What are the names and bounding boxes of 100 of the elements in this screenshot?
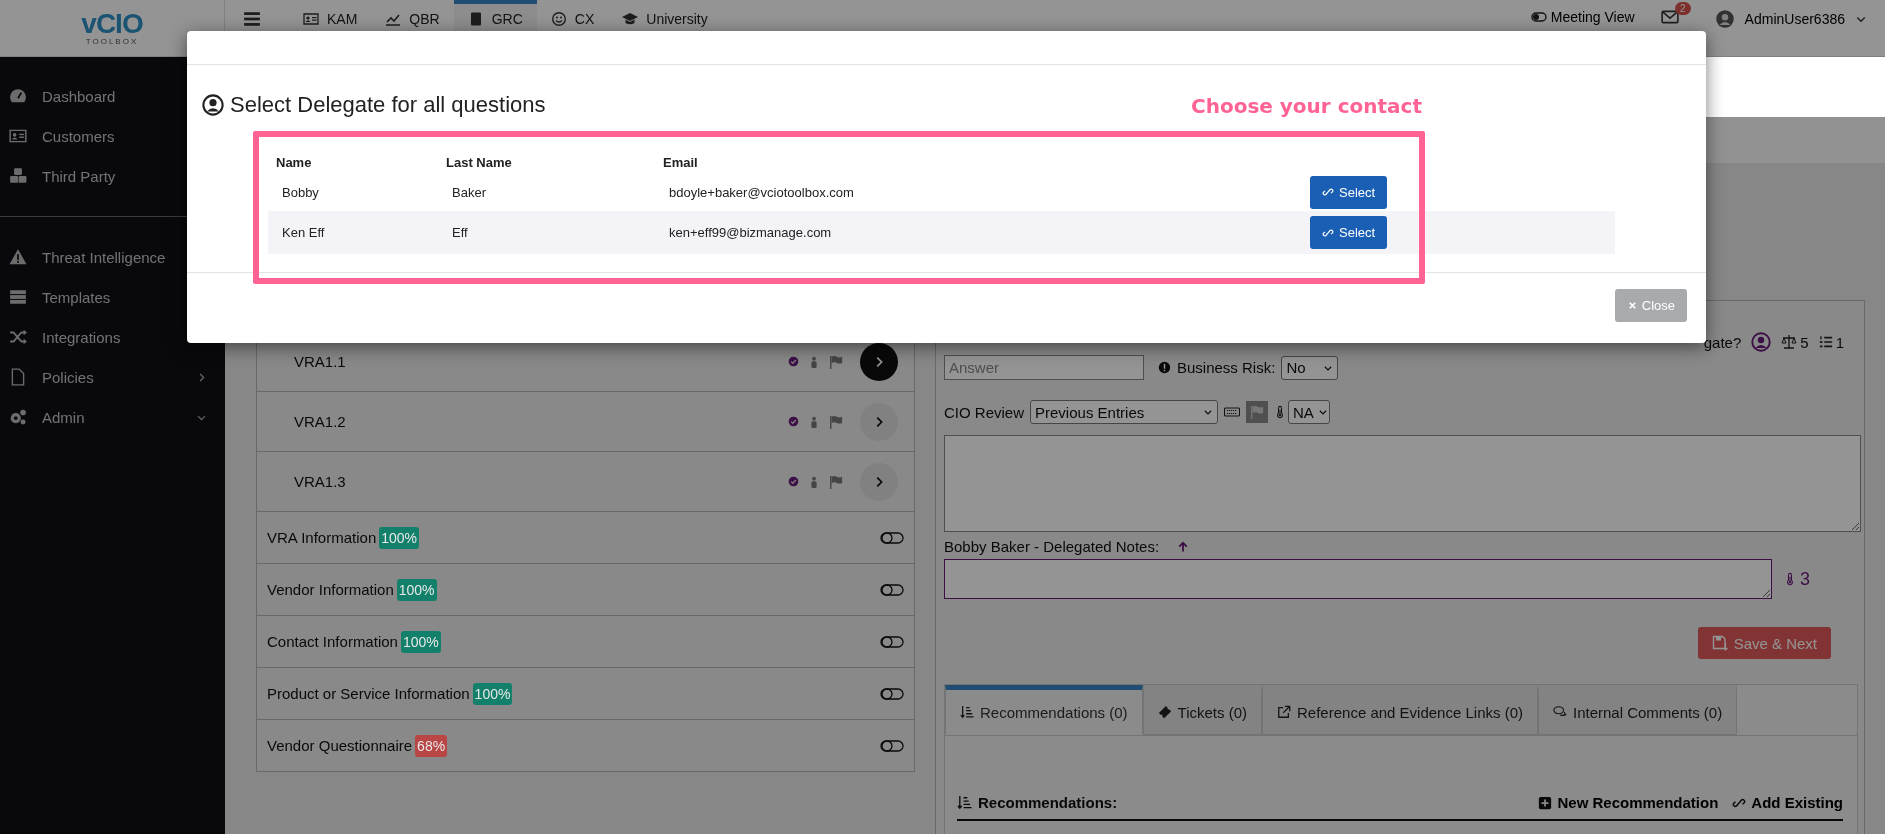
logo-tagline: TOOLBOX bbox=[85, 36, 139, 46]
meeting-view-toggle[interactable]: Meeting View bbox=[1524, 8, 1641, 26]
table-cell-text: Bobby bbox=[282, 184, 320, 200]
notes-textarea[interactable] bbox=[944, 559, 1772, 599]
open-question-button[interactable] bbox=[860, 342, 898, 381]
progress-badge: 100% bbox=[396, 578, 437, 601]
question-row[interactable]: VRA1.2 bbox=[256, 392, 915, 452]
save-next-button[interactable]: Save & Next bbox=[1697, 627, 1831, 659]
progress-badge: 100% bbox=[379, 526, 420, 549]
business-risk-label: Business Risk: bbox=[1177, 359, 1276, 376]
progress-badge: 100% bbox=[472, 682, 513, 705]
server-icon bbox=[8, 288, 28, 306]
flag-button[interactable] bbox=[1246, 401, 1269, 423]
progress-badge: 68% bbox=[415, 734, 448, 757]
table-cell-text: Eff bbox=[452, 225, 469, 240]
sort-icon bbox=[960, 705, 974, 719]
answer-field[interactable]: Answer bbox=[944, 355, 1144, 380]
toggle-icon bbox=[880, 529, 904, 546]
section-row[interactable]: Vendor Questionnaire 68% bbox=[256, 720, 915, 772]
previous-entries-select[interactable]: Previous Entries bbox=[1030, 400, 1219, 424]
mail-button[interactable]: 2 bbox=[1658, 2, 1691, 26]
plus-square-icon bbox=[1538, 795, 1553, 810]
menu-icon bbox=[243, 10, 261, 28]
scale-icon bbox=[1781, 334, 1798, 350]
review-textarea[interactable] bbox=[944, 435, 1861, 532]
section-title: VRA Information bbox=[267, 529, 377, 546]
save-icon bbox=[1711, 635, 1728, 651]
section-title: Vendor Questionnaire bbox=[267, 737, 413, 754]
progress-badge: 100% bbox=[400, 630, 441, 653]
user-circle-icon bbox=[1751, 332, 1772, 352]
caret-icon bbox=[1317, 407, 1328, 417]
table-cell-text: Ken Eff bbox=[282, 225, 326, 240]
sidebar-item[interactable]: Admin bbox=[0, 397, 225, 437]
question-row[interactable]: VRA1.3 bbox=[256, 452, 915, 512]
cio-review-label: CIO Review bbox=[944, 403, 1025, 421]
tab[interactable]: Tickets (0) bbox=[1142, 685, 1262, 735]
delegate-label: gate? bbox=[1703, 333, 1742, 351]
shuffle-icon bbox=[8, 328, 28, 346]
person-icon bbox=[808, 474, 820, 489]
thermometer-icon bbox=[1784, 570, 1796, 588]
section-row[interactable]: VRA Information 100% bbox=[256, 512, 915, 564]
column-header: Name bbox=[276, 154, 313, 170]
recommendations-heading: Recommendations: bbox=[978, 794, 1119, 811]
flag-icon bbox=[829, 414, 843, 429]
count-value: 1 bbox=[1835, 333, 1844, 351]
column-header: Last Name bbox=[446, 154, 513, 170]
column-header: Email bbox=[663, 154, 699, 170]
question-label: VRA1.3 bbox=[294, 473, 346, 490]
avatar-icon bbox=[1714, 9, 1735, 29]
callout-text: Choose your contact bbox=[1191, 94, 1422, 118]
smile-icon bbox=[550, 11, 567, 27]
tab[interactable]: Reference and Evidence Links (0) bbox=[1262, 685, 1538, 735]
check-circle-icon bbox=[788, 416, 799, 427]
section-row[interactable]: Contact Information 100% bbox=[256, 616, 915, 668]
tab[interactable]: Internal Comments (0) bbox=[1538, 685, 1738, 735]
check-circle-icon bbox=[788, 476, 799, 487]
question-label: VRA1.1 bbox=[294, 353, 346, 370]
numbered-list-icon bbox=[1818, 335, 1833, 349]
link-icon bbox=[1322, 186, 1334, 198]
select-button[interactable]: Select bbox=[1310, 175, 1388, 209]
table-cell-text: bdoyle+baker@vciotoolbox.com bbox=[669, 184, 855, 200]
user-circle-icon bbox=[202, 94, 224, 116]
table-cell-text: Baker bbox=[452, 184, 487, 200]
envelope-icon bbox=[1660, 8, 1679, 26]
modal-title: Select Delegate for all questions bbox=[230, 92, 546, 118]
cubes-icon bbox=[8, 167, 28, 185]
section-row[interactable]: Product or Service Information 100% bbox=[256, 668, 915, 720]
temperature-value: 3 bbox=[1800, 568, 1810, 590]
add-existing-button[interactable]: Add Existing bbox=[1718, 794, 1843, 811]
close-icon bbox=[1626, 300, 1638, 311]
keyboard-icon bbox=[1224, 404, 1241, 420]
exclamation-icon bbox=[1158, 361, 1171, 374]
check-circle-icon bbox=[788, 356, 799, 367]
delegated-notes-label: Bobby Baker - Delegated Notes: bbox=[944, 538, 1160, 555]
table-cell-text: ken+eff99@bizmanage.com bbox=[669, 225, 833, 240]
graduation-cap-icon bbox=[622, 11, 639, 27]
id-card-icon bbox=[303, 11, 319, 27]
section-title: Product or Service Information bbox=[267, 685, 470, 702]
new-recommendation-button[interactable]: New Recommendation bbox=[1524, 794, 1719, 811]
external-link-icon bbox=[1277, 705, 1291, 719]
business-risk-select[interactable]: No bbox=[1281, 355, 1339, 380]
user-menu[interactable]: AdminUser6386 bbox=[1708, 8, 1873, 30]
section-title: Contact Information bbox=[267, 633, 398, 650]
arrow-up-icon bbox=[1177, 540, 1190, 553]
flag-icon bbox=[1250, 405, 1265, 419]
section-row[interactable]: Vendor Information 100% bbox=[256, 564, 915, 616]
toggle-icon bbox=[880, 737, 904, 754]
sort-icon bbox=[957, 795, 972, 810]
logo-text: vCIO bbox=[81, 10, 143, 37]
toggle-icon bbox=[880, 633, 904, 650]
person-icon bbox=[808, 414, 820, 429]
flag-icon bbox=[829, 354, 843, 369]
toggle-icon bbox=[880, 685, 904, 702]
tab[interactable]: Recommendations (0) bbox=[945, 685, 1143, 735]
rating-select[interactable]: NA bbox=[1288, 400, 1331, 424]
sidebar-item[interactable]: Policies bbox=[0, 357, 225, 397]
id-card-icon bbox=[8, 127, 28, 145]
gauge-icon bbox=[8, 87, 28, 105]
select-button[interactable]: Select bbox=[1310, 216, 1388, 249]
ticket-icon bbox=[1157, 705, 1172, 719]
